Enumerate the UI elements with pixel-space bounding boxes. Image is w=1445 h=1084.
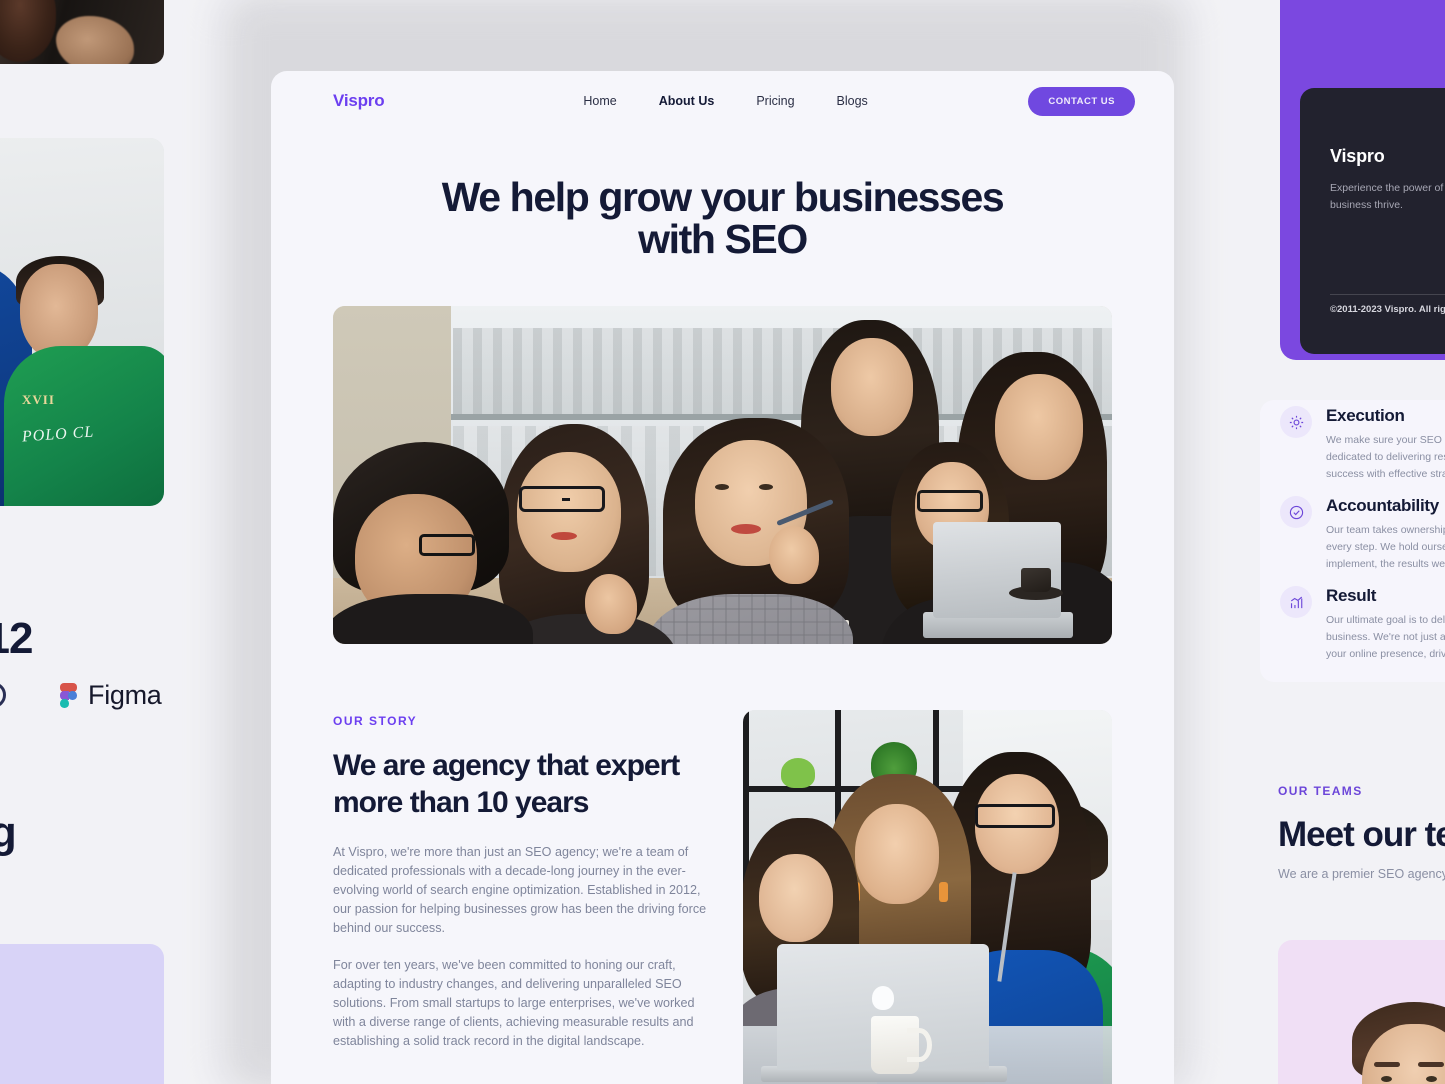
value-body: Our team takes ownership of your SEO jou… [1326,524,1445,570]
glasses-icon [917,490,983,513]
story-heading: We are agency that expert more than 10 y… [333,748,714,821]
story-section: OUR STORY We are agency that expert more… [271,710,1174,1084]
nav-link-pricing[interactable]: Pricing [756,94,794,108]
footer-dark-card: Vispro Experience the power of SEO and w… [1300,88,1445,354]
hero-title-line1: We help grow your businesses [441,174,1005,220]
decor-person [647,418,863,645]
nav-link-about-us[interactable]: About Us [659,94,715,108]
gear-icon [1280,406,1312,438]
teams-section: OUR TEAMS Meet our team We are a premier… [1278,784,1445,881]
team-member-card [1278,940,1445,1084]
hero-image [333,306,1112,645]
decor-arm [56,16,134,64]
hero-title-line2: with SEO [638,216,808,263]
footer-divider [1330,294,1445,295]
glasses-icon [975,804,1055,829]
decor-brow [1374,1062,1400,1067]
glasses-icon [419,534,475,557]
nav-link-home[interactable]: Home [583,94,616,108]
left-fragment-word: ng [0,808,17,857]
story-eyebrow: OUR STORY [333,714,418,729]
screenshot-canvas: XVII POLO CL 012 Figma ng Vispro Experie… [0,0,1445,1084]
decor-brow [1418,1062,1444,1067]
story-image: XVII POLO CL [743,710,1112,1084]
nav-links: Home About Us Pricing Blogs [583,94,867,108]
value-body: Our ultimate goal is to deliver real gro… [1326,614,1445,660]
decor-eye [1381,1076,1392,1082]
value-item-result: Result Our ultimate goal is to deliver r… [1280,586,1445,663]
decor-shirt-text: XVII [22,392,55,407]
footer-description: Experience the power of SEO and watch yo… [1330,182,1445,211]
background-photo-card-mid-left: XVII POLO CL [0,138,164,506]
teams-heading: Meet our team [1278,815,1445,854]
decor-mug [1021,568,1051,593]
footer-brand: Vispro [1330,146,1385,166]
check-circle-icon [1280,496,1312,528]
decor-cup [871,1016,932,1075]
decor-eye [1426,1076,1437,1082]
value-title: Accountability [1326,496,1439,515]
brand-logo[interactable]: Vispro [333,91,385,111]
footer-copyright: ©2011-2023 Vispro. All rights reserved. [1330,304,1445,315]
contact-us-button[interactable]: CONTACT US [1028,86,1135,116]
value-body: We make sure your SEO goals are met. We … [1326,434,1445,480]
left-fragment-year: 012 [0,614,33,663]
value-title: Execution [1326,406,1405,425]
values-card: Execution We make sure your SEO goals ar… [1260,400,1445,682]
story-paragraph-2: For over ten years, we've been committed… [333,957,695,1049]
decor-person [333,442,533,645]
navbar: Vispro Home About Us Pricing Blogs CONTA… [271,71,1174,131]
story-heading-line1: We are agency that expert [333,749,680,783]
decor-hair [0,0,56,62]
background-photo-card-top-left [0,0,164,64]
value-item-accountability: Accountability Our team takes ownership … [1280,496,1445,573]
figma-icon [60,683,77,708]
decor-toy [781,758,815,789]
value-title: Result [1326,586,1377,605]
story-paragraph-1: At Vispro, we're more than just an SEO a… [333,844,707,936]
figma-label: Figma [88,680,162,710]
story-text-column: OUR STORY We are agency that expert more… [333,710,714,1084]
circle-decor-icon [0,682,6,708]
bar-chart-icon [1280,586,1312,618]
story-heading-line2: more than 10 years [333,786,589,820]
hero-title: We help grow your businesses with SEO [271,176,1174,260]
figma-logo-group: Figma [60,680,162,711]
teams-subtitle: We are a premier SEO agency [1278,867,1445,881]
main-page-card: Vispro Home About Us Pricing Blogs CONTA… [271,71,1174,1084]
background-photo-card-bottom-left [0,944,164,1084]
glasses-icon [519,486,605,513]
value-item-execution: Execution We make sure your SEO goals ar… [1280,406,1445,483]
teams-eyebrow: OUR TEAMS [1278,784,1363,798]
apple-logo-icon [872,986,894,1011]
nav-link-blogs[interactable]: Blogs [837,94,868,108]
